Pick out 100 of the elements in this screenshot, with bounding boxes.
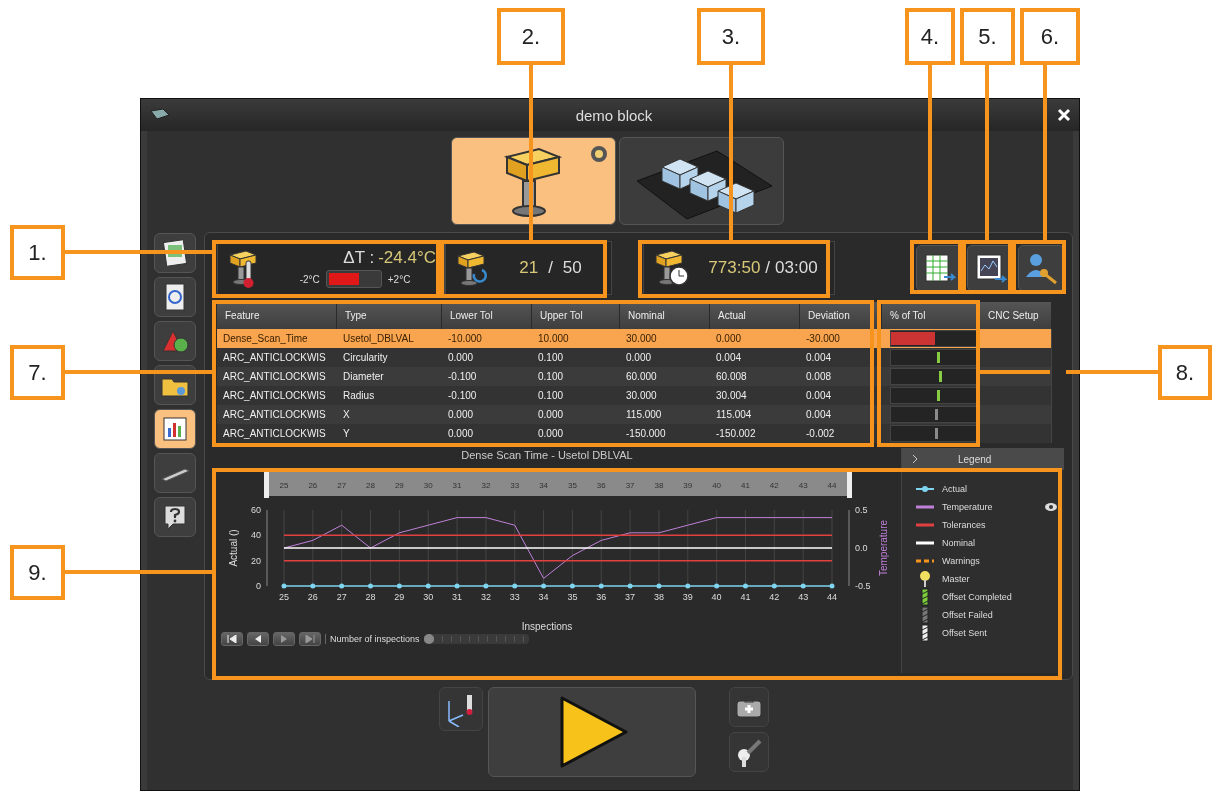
mode-tab[interactable] [619,137,784,225]
navigator-label: 30 [423,481,433,490]
callout-frame [962,240,1012,294]
sidebar-button[interactable] [154,497,196,537]
callout-label: 7. [10,345,65,400]
data-point [281,583,287,589]
legend-label: Offset Failed [942,610,994,620]
axis-tick-label: 35 [567,592,578,602]
total-count: 50 [562,258,582,278]
close-icon[interactable] [1057,108,1071,122]
playback-button[interactable] [273,632,295,646]
playback-button[interactable] [247,632,269,646]
sidebar-button[interactable] [154,409,196,449]
range-handle[interactable] [847,470,852,498]
table-row[interactable]: ARC_ANTICLOCKWIS Radius -0.100 0.100 30.000 30.004 0.004 [217,386,1052,405]
table-row[interactable]: ARC_ANTICLOCKWIS Y 0.000 0.000 -150.000 -150.002 -0.002 [217,424,1052,443]
table-row[interactable]: ARC_ANTICLOCKWIS X 0.000 0.000 115.000 115.004 0.004 [217,405,1052,424]
navigator-label: 28 [366,481,375,490]
delta-t-label: ΔT : [343,248,375,268]
playback-button[interactable] [299,632,321,646]
navigator-label: 31 [452,481,462,490]
window-title: demo block [575,106,653,124]
data-point [425,583,431,589]
table-cell-text: -150.000 [625,427,667,441]
callout-label: 5. [960,8,1015,65]
table-cell-text: 0.000 [537,427,565,441]
sidebar-button[interactable] [154,277,196,317]
navigator-label: 37 [625,481,635,490]
separator: / [548,258,553,278]
table-cell-text: 30.000 [625,332,658,346]
table-cell-text: 0.000 [447,351,475,365]
axis-tick-label: 44 [827,592,837,602]
callout-frame [1012,240,1066,294]
data-point [541,583,547,589]
play-button[interactable] [487,687,696,777]
callout-label: 3. [697,8,765,65]
sidebar-button[interactable] [154,365,196,405]
table-cell-text: 0.008 [805,370,833,384]
data-point [829,583,835,589]
axis-tick-label: 40 [251,530,261,541]
navigator-label: 41 [741,481,750,490]
separator: / [765,258,771,278]
data-point [685,583,691,589]
playback-button[interactable] [221,632,243,646]
user-key-button[interactable] [1018,245,1064,291]
axis-tick-label: 60 [251,505,261,515]
table-cell-text: -0.100 [447,389,478,403]
table-row[interactable]: ARC_ANTICLOCKWIS Diameter -0.100 0.100 60.000 60.008 0.008 [217,367,1052,386]
table-row[interactable]: ARC_ANTICLOCKWIS Circularity 0.000 0.100 0.000 0.004 0.004 [217,348,1052,367]
legend-title: Legend [958,453,992,465]
table-cell-text: Diameter [342,370,385,384]
slider-thumb[interactable] [423,634,434,644]
table-cell-text: 60.008 [715,370,748,384]
axis-tick-label: 27 [336,592,347,602]
legend-label: Master [942,574,971,584]
sidebar-button[interactable] [154,321,196,361]
data-point [396,583,402,589]
completed-count: 21 [519,258,539,278]
range-handle[interactable] [264,470,269,498]
table-cell-text: 0.004 [715,351,743,365]
axis-tick-label: 34 [538,592,549,602]
navigator-label: 32 [481,481,491,490]
table-cell-text: -10.000 [447,332,483,346]
data-point [512,583,518,589]
joystick-button[interactable] [728,732,769,772]
table-cell-text: -30.000 [805,332,841,346]
table-cell-text: 0.100 [537,389,565,403]
legend-label: Warnings [942,556,981,566]
axis-tick-label: 0.0 [855,543,868,553]
table-cell-text: 0.100 [537,351,565,365]
table-cell-text: 115.000 [625,408,663,422]
callout-label: 4. [905,8,955,65]
y-axis-title: Actual () [228,529,239,567]
data-point [483,583,489,589]
probe-calibration-button[interactable] [438,687,483,731]
table-cell-text: 0.000 [447,408,475,422]
axis-tick-label: 28 [365,592,376,602]
first-aid-button[interactable] [728,687,769,727]
navigator-label: 34 [539,481,549,490]
max-label: +2°C [387,273,411,285]
step-icon [279,635,289,643]
callout-label: 9. [10,545,65,600]
sidebar-button[interactable] [154,233,196,273]
axis-tick-label: 33 [509,592,520,602]
callout-label: 6. [1020,8,1080,65]
table-cell-text: ARC_ANTICLOCKWIS [222,351,327,365]
navigator-label: 35 [567,481,577,490]
total-time: 03:00 [775,258,818,278]
user-key-icon [1024,251,1058,285]
chevron-icon[interactable] [912,454,918,464]
table-row[interactable]: Dense_Scan_Time Usetol_DBLVAL -10.000 10.000 30.000 0.000 -30.000 [217,329,1052,348]
mode-tab[interactable] [451,137,616,225]
axis-tick-label: 30 [423,592,434,602]
data-point [368,583,374,589]
callout-label: 1. [10,225,65,280]
inspections-slider[interactable] [423,634,529,644]
navigator-label: 39 [683,481,693,490]
table-cell-text: Radius [342,389,376,403]
sidebar-button[interactable] [154,453,196,493]
eye-icon[interactable] [1044,502,1058,512]
